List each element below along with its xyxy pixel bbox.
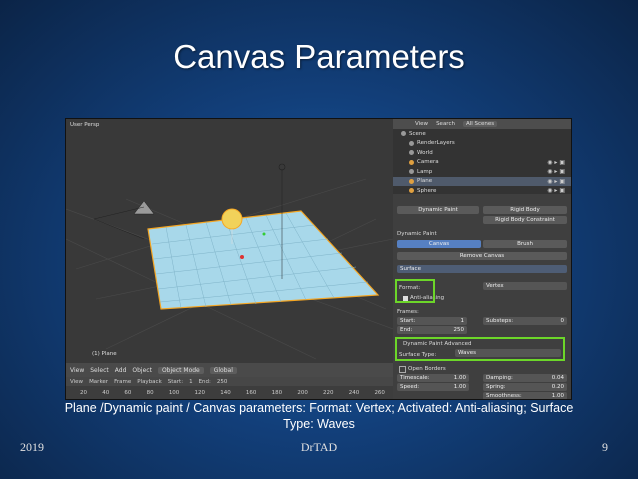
dynamic-paint-panel-header[interactable]: Dynamic Paint [397,230,437,238]
visibility-eye-icon[interactable]: ◉ ▸ ▣ [547,178,565,185]
3d-viewport[interactable]: User Persp (1) Plane [66,119,394,363]
smoothness-field[interactable]: Smoothness: 1.00 [483,392,567,399]
surface-type-highlight-box [395,337,565,361]
plane-icon [409,178,414,184]
tl-view-button[interactable]: View [70,379,83,385]
ol-view-button[interactable]: View [415,121,428,127]
ol-scenes-dropdown[interactable]: All Scenes [462,121,498,127]
open-borders-checkbox[interactable]: Open Borders [399,365,446,373]
tick: 160 [245,389,257,396]
tick: 20 [80,389,87,396]
tl-start-label: Start: [167,378,184,385]
tick: 200 [297,389,308,396]
outliner-item-world[interactable]: World [393,148,571,158]
camera-icon [409,159,414,165]
global-dropdown[interactable]: Global [209,366,237,374]
tl-playback-button[interactable]: Playback [137,379,162,385]
remove-canvas-button[interactable]: Remove Canvas [397,252,567,260]
frame-end-field[interactable]: End: 250 [397,326,467,334]
footer-page-number: 9 [602,440,608,454]
timeline-ruler[interactable]: 20 40 60 80 100 120 140 160 180 200 220 … [66,386,393,399]
side-panels: View Search All Scenes Scene RenderLayer… [393,119,571,399]
tick: 40 [102,389,110,396]
outliner-item-plane[interactable]: Plane ◉ ▸ ▣ [393,176,571,186]
footer-author: DrTAD [300,440,338,454]
tl-end-value[interactable]: 250 [217,379,228,385]
sphere-object [221,208,243,230]
rigid-body-constraint-tab[interactable]: Rigid Body Constraint [483,216,567,224]
tl-marker-button[interactable]: Marker [89,379,108,385]
slide-title: Canvas Parameters [173,38,465,75]
lamp-icon [409,169,414,175]
outliner-item-scene[interactable]: Scene [393,129,571,139]
tick: 80 [146,389,154,396]
tl-frame-button[interactable]: Frame [114,379,131,385]
renderlayers-icon [409,140,414,146]
header-view-button[interactable]: View [70,367,84,374]
ol-search-button[interactable]: Search [436,121,455,127]
frame-start-field[interactable]: Start: 1 [397,317,467,325]
brush-tab[interactable]: Brush [483,240,567,248]
header-select-button[interactable]: Select [90,367,109,374]
slide-caption: Plane /Dynamic paint / Canvas parameters… [0,400,638,432]
speed-field[interactable]: Speed: 1.00 [397,383,469,391]
checkbox-icon [399,365,406,373]
sphere-icon [409,188,414,194]
caption-line-2: Type: Waves [283,417,355,431]
format-highlight-box [395,279,435,303]
spring-field[interactable]: Spring: 0.20 [483,383,567,391]
tick: 180 [271,389,283,396]
outliner: View Search All Scenes Scene RenderLayer… [393,119,571,194]
damping-field[interactable]: Damping: 0.04 [483,374,567,382]
tick: 240 [348,389,360,396]
tick: 100 [168,389,180,396]
viewport-header: View Select Add Object Object Mode Globa… [66,363,393,377]
tick: 60 [124,389,132,396]
frames-label: Frames: [397,309,419,315]
blender-screenshot: User Persp (1) Plane View Select Add Obj… [65,118,572,400]
properties-panel: Dynamic Paint Rigid Body Rigid Body Cons… [393,194,571,399]
timeline: View Marker Frame Playback Start: 1 End:… [66,377,393,399]
tick: 260 [374,389,385,396]
outliner-header: View Search All Scenes [393,119,571,129]
visibility-eye-icon[interactable]: ◉ ▸ ▣ [547,168,565,175]
tick: 220 [323,389,334,396]
tick: 120 [194,389,206,396]
rigid-body-tab[interactable]: Rigid Body [483,206,567,214]
dynamic-paint-tab[interactable]: Dynamic Paint [397,206,479,214]
timescale-field[interactable]: Timescale: 1.00 [397,374,469,382]
scene-icon [401,131,406,137]
viewport-scene [66,163,394,360]
timeline-header: View Marker Frame Playback Start: 1 End:… [66,377,393,386]
tick: 140 [220,389,231,396]
viewport-corner-label: User Persp [70,122,100,128]
visibility-eye-icon[interactable]: ◉ ▸ ▣ [547,159,565,166]
outliner-item-camera[interactable]: Camera ◉ ▸ ▣ [393,158,571,168]
world-icon [409,150,414,156]
tl-end-label: End: [198,378,211,385]
format-dropdown[interactable]: Vertex [483,282,567,290]
tl-start-value[interactable]: 1 [189,379,193,385]
header-object-button[interactable]: Object [132,367,152,374]
object-mode-dropdown[interactable]: Object Mode [157,366,204,374]
viewport-object-label: (1) Plane [92,351,117,357]
outliner-item-lamp[interactable]: Lamp ◉ ▸ ▣ [393,167,571,177]
plane-object [147,210,380,310]
caption-line-1: Plane /Dynamic paint / Canvas parameters… [64,401,574,415]
outliner-item-renderlayers[interactable]: RenderLayers [393,139,571,149]
substeps-field[interactable]: Substeps: 0 [483,317,567,325]
header-add-button[interactable]: Add [115,367,127,374]
surface-list-item[interactable]: Surface [397,265,567,273]
canvas-tab[interactable]: Canvas [397,240,481,248]
camera-object [133,200,155,215]
